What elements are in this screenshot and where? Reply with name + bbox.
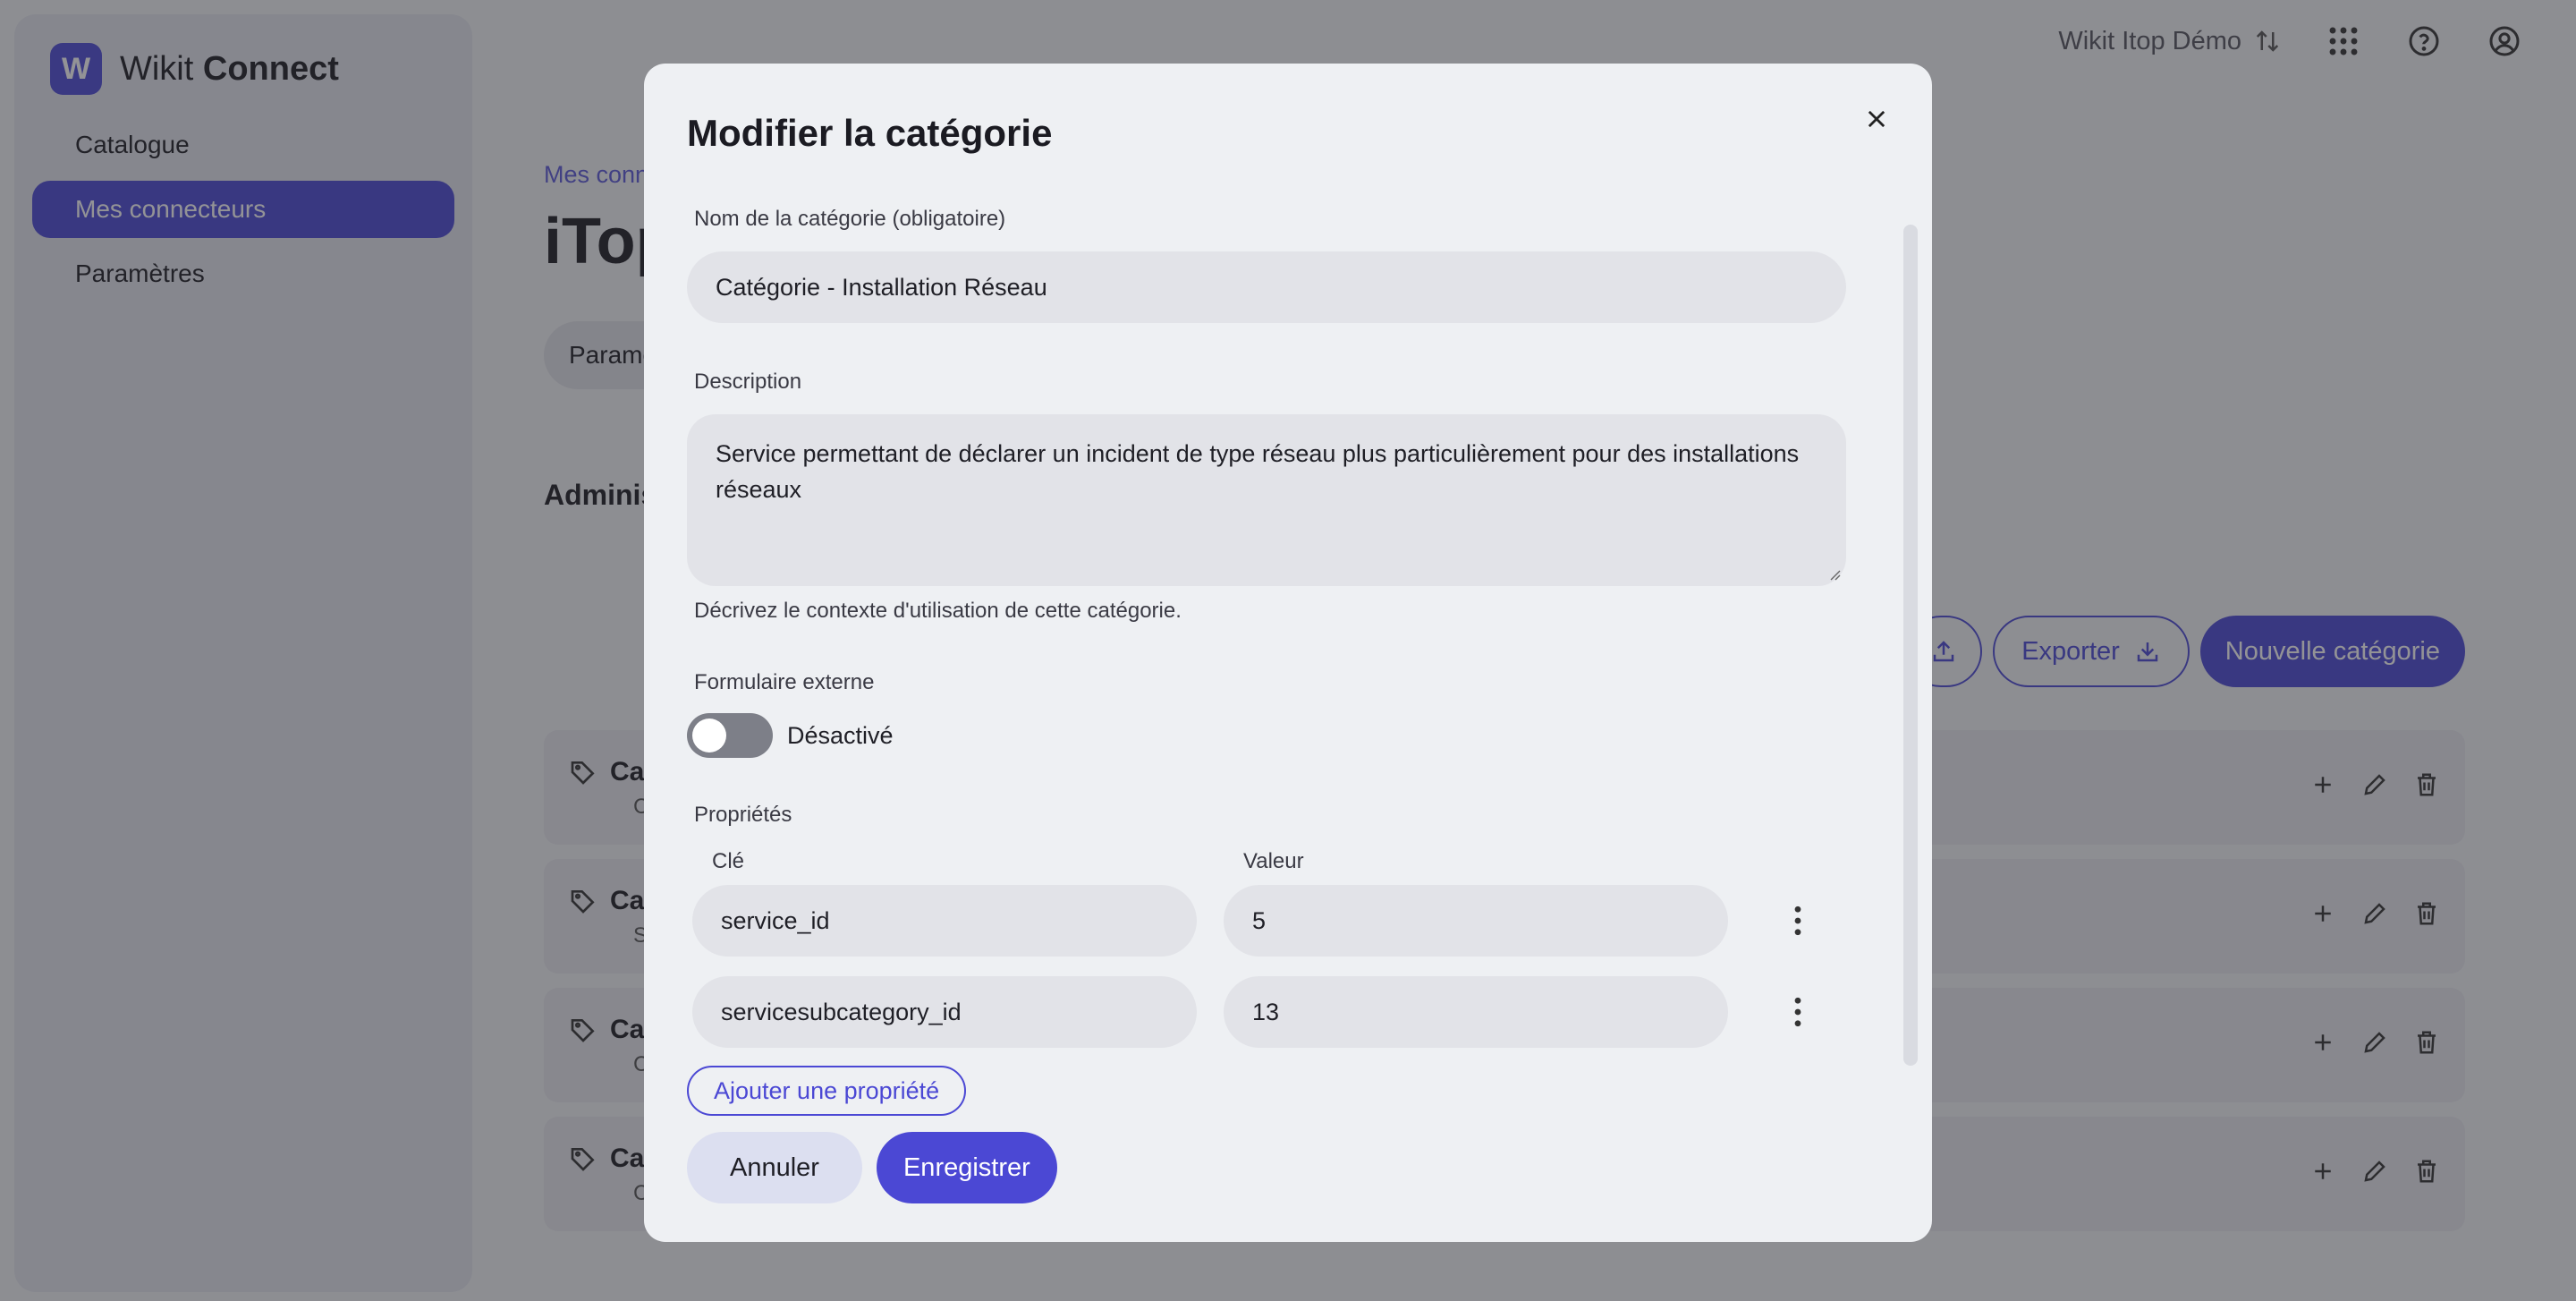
kebab-menu-icon[interactable] [1776,899,1819,942]
toggle-knob [692,719,726,753]
description-help: Décrivez le contexte d'utilisation de ce… [694,599,1182,623]
description-textarea[interactable]: Service permettant de déclarer un incide… [687,414,1846,586]
modal-body: Nom de la catégorie (obligatoire) Catégo… [687,207,1846,1206]
modal-footer: Annuler Enregistrer [687,1132,1846,1203]
properties-header: Clé Valeur [687,849,1846,874]
description-label: Description [694,370,802,394]
modal-scrollbar[interactable] [1903,225,1918,1066]
property-value-input[interactable]: 5 [1224,885,1728,957]
kebab-menu-icon[interactable] [1776,991,1819,1033]
app-root: W Wikit Connect Catalogue Mes connecteur… [0,0,2576,1301]
cancel-button[interactable]: Annuler [687,1132,862,1203]
edit-category-modal: Modifier la catégorie Nom de la catégori… [644,64,1932,1242]
external-form-toggle[interactable] [687,713,773,758]
external-form-state: Désactivé [787,721,894,749]
resize-handle-icon[interactable] [1826,566,1841,581]
category-name-label: Nom de la catégorie (obligatoire) [694,207,1006,231]
save-button[interactable]: Enregistrer [876,1132,1057,1203]
property-row: servicesubcategory_id 13 [687,976,1846,1048]
property-key-input[interactable]: servicesubcategory_id [692,976,1197,1048]
add-property-button[interactable]: Ajouter une propriété [687,1066,967,1116]
modal-title: Modifier la catégorie [687,112,1053,154]
property-row: service_id 5 [687,885,1846,957]
description-value: Service permettant de déclarer un incide… [716,440,1800,503]
property-key-input[interactable]: service_id [692,885,1197,957]
external-form-row: Désactivé [687,713,1846,758]
property-value-input[interactable]: 13 [1224,976,1728,1048]
properties-label: Propriétés [694,803,792,827]
category-name-input[interactable]: Catégorie - Installation Réseau [687,251,1846,323]
key-header: Clé [712,849,745,873]
external-form-label: Formulaire externe [694,670,875,694]
close-icon[interactable] [1850,92,1903,146]
value-header: Valeur [1243,849,1304,873]
